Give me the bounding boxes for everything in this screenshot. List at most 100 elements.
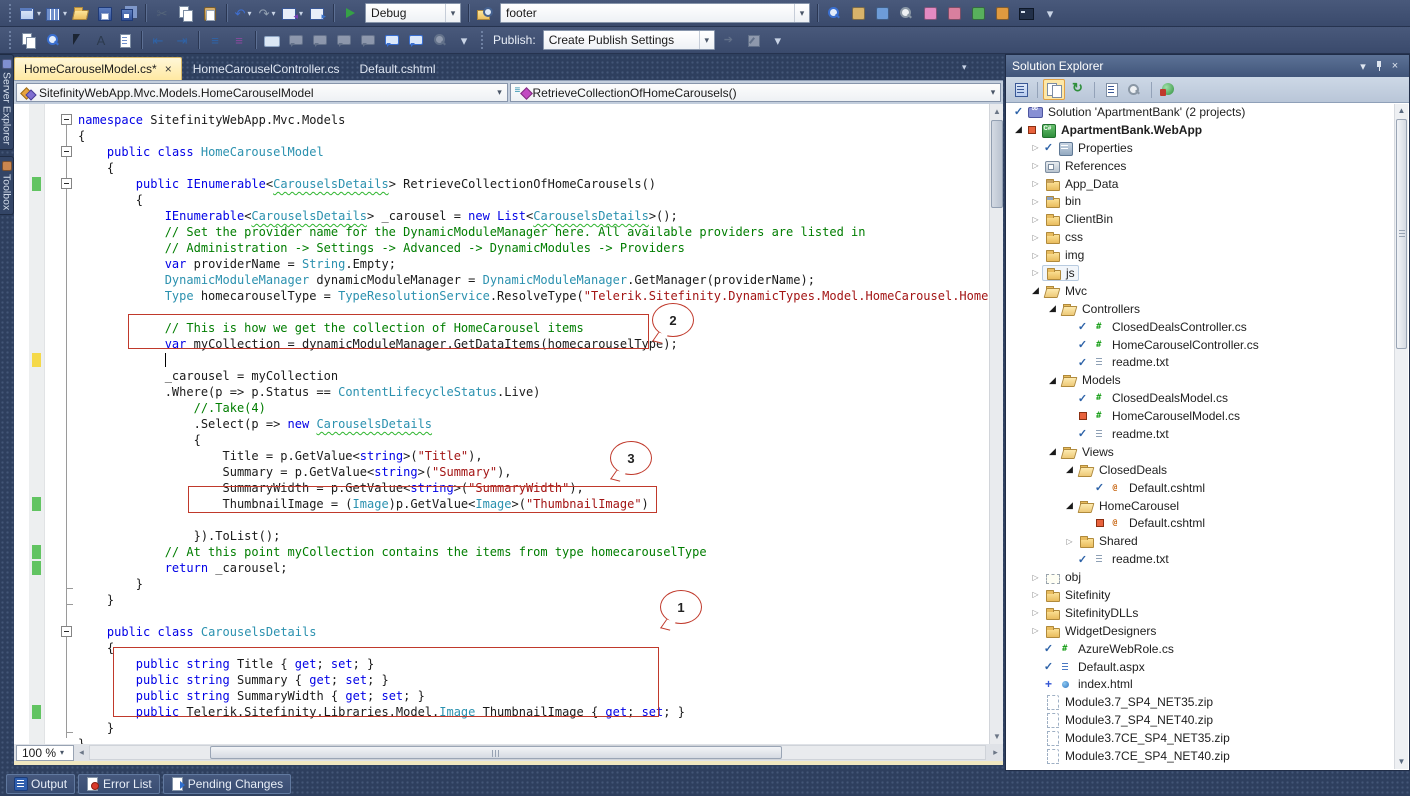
select-element-button[interactable] bbox=[41, 29, 65, 51]
code-line[interactable]: // Administration -> Settings -> Advance… bbox=[78, 240, 989, 256]
scrollbar-thumb[interactable] bbox=[991, 120, 1003, 208]
member-dropdown[interactable]: RetrieveCollectionOfHomeCarousels() ▾ bbox=[510, 83, 1002, 102]
type-dropdown[interactable]: SitefinityWebApp.Mvc.Models.HomeCarousel… bbox=[16, 83, 508, 102]
tree-item-closeddealsmodel-cs[interactable]: ✓ClosedDealsModel.cs bbox=[1006, 389, 1394, 407]
expand-arrow-icon[interactable]: ▷ bbox=[1029, 233, 1042, 242]
add-item-button[interactable]: ▾ bbox=[43, 2, 69, 24]
code-line[interactable]: namespace SitefinityWebApp.Mvc.Models bbox=[78, 112, 989, 128]
code-line[interactable]: { bbox=[78, 128, 989, 144]
redo-button[interactable]: ↷▾ bbox=[255, 2, 279, 24]
close-icon[interactable]: × bbox=[165, 62, 172, 76]
code-line[interactable]: public class HomeCarouselModel bbox=[78, 144, 989, 160]
expand-arrow-icon[interactable]: ▷ bbox=[1029, 143, 1042, 152]
callout-button-1[interactable] bbox=[284, 29, 308, 51]
properties-window-icon[interactable] bbox=[1010, 79, 1032, 100]
code-line[interactable]: // At this point myCollection contains t… bbox=[78, 544, 989, 560]
code-line[interactable]: Title = p.GetValue<string>("Title"), bbox=[78, 448, 989, 464]
refresh-icon[interactable] bbox=[1067, 79, 1089, 100]
tree-item-module3-7ce-sp4-net40-zip[interactable]: Module3.7CE_SP4_NET40.zip bbox=[1006, 747, 1394, 765]
tree-item-readme-txt[interactable]: ✓readme.txt bbox=[1006, 550, 1394, 568]
expand-arrow-icon[interactable]: ▷ bbox=[1029, 161, 1042, 170]
scroll-down-icon[interactable]: ▼ bbox=[1395, 755, 1408, 769]
navigate-window-button[interactable]: ▾ bbox=[279, 2, 305, 24]
tree-item-homecarouselmodel-cs[interactable]: HomeCarouselModel.cs bbox=[1006, 407, 1394, 425]
tree-item-mvc[interactable]: ◢Mvc bbox=[1006, 282, 1394, 300]
find-in-files-button[interactable] bbox=[473, 2, 497, 24]
code-line[interactable]: return _carousel; bbox=[78, 560, 989, 576]
tree-item-default-cshtml[interactable]: ✓Default.cshtml bbox=[1006, 479, 1394, 497]
code-line[interactable]: .Where(p => p.Status == ContentLifecycle… bbox=[78, 384, 989, 400]
scroll-up-icon[interactable]: ▲ bbox=[1395, 104, 1408, 118]
code-line[interactable]: Summary = p.GetValue<string>("Summary"), bbox=[78, 464, 989, 480]
code-line[interactable] bbox=[78, 608, 989, 624]
tree-item-default-aspx[interactable]: ✓Default.aspx bbox=[1006, 658, 1394, 676]
collapse-arrow-icon[interactable]: ◢ bbox=[1063, 464, 1076, 475]
scroll-left-icon[interactable]: ◂ bbox=[74, 747, 89, 758]
new-query-button[interactable] bbox=[918, 2, 942, 24]
close-icon[interactable]: × bbox=[1387, 58, 1403, 74]
tree-item-solution-apartmentbank-2-projects-[interactable]: ✓Solution 'ApartmentBank' (2 projects) bbox=[1006, 103, 1394, 121]
copy-button[interactable] bbox=[174, 2, 198, 24]
code-line[interactable]: Type homecarouselType = TypeResolutionSe… bbox=[78, 288, 989, 304]
solution-configurations-combo[interactable]: Debug▾ bbox=[365, 3, 461, 23]
window-position-chevron-icon[interactable]: ▾ bbox=[1355, 58, 1371, 74]
collapse-arrow-icon[interactable]: ◢ bbox=[1046, 303, 1059, 314]
tree-item-homecarouselcontroller-cs[interactable]: ✓HomeCarouselController.cs bbox=[1006, 336, 1394, 354]
code-line[interactable]: { bbox=[78, 432, 989, 448]
pointer-button[interactable] bbox=[65, 29, 89, 51]
hscroll-track[interactable] bbox=[89, 745, 986, 760]
edit-publish-settings-button[interactable] bbox=[742, 29, 766, 51]
expand-arrow-icon[interactable]: ▷ bbox=[1063, 537, 1076, 546]
tree-item-img[interactable]: ▷img bbox=[1006, 246, 1394, 264]
callout-outgoing-button[interactable] bbox=[404, 29, 428, 51]
tree-item-closeddeals[interactable]: ◢ClosedDeals bbox=[1006, 461, 1394, 479]
code-line[interactable]: } bbox=[78, 736, 989, 744]
publish-combo[interactable]: Create Publish Settings▾ bbox=[543, 30, 715, 50]
callout-incoming-button[interactable] bbox=[380, 29, 404, 51]
tree-item-azurewebrole-cs[interactable]: ✓AzureWebRole.cs bbox=[1006, 640, 1394, 658]
new-item-button[interactable]: ▾ bbox=[17, 2, 43, 24]
paste-button[interactable] bbox=[198, 2, 222, 24]
expand-arrow-icon[interactable]: ▷ bbox=[1029, 197, 1042, 206]
performance-button[interactable] bbox=[870, 2, 894, 24]
pending-changes-button[interactable]: Pending Changes bbox=[163, 774, 291, 794]
tree-item-obj[interactable]: ▷obj bbox=[1006, 568, 1394, 586]
tree-item-clientbin[interactable]: ▷ClientBin bbox=[1006, 210, 1394, 228]
tree-item-module3-7ce-sp4-net35-zip[interactable]: Module3.7CE_SP4_NET35.zip bbox=[1006, 729, 1394, 747]
collapse-arrow-icon[interactable]: ◢ bbox=[1012, 124, 1025, 135]
command-window-button[interactable] bbox=[1014, 2, 1038, 24]
tab-homecarouselmodel[interactable]: HomeCarouselModel.cs*× bbox=[14, 57, 182, 80]
view-class-diagram-icon[interactable] bbox=[1124, 79, 1146, 100]
format-document-button[interactable] bbox=[17, 29, 41, 51]
error-list-button[interactable]: Error List bbox=[78, 774, 160, 794]
expand-arrow-icon[interactable]: ▷ bbox=[1029, 573, 1042, 582]
tree-item-sitefinity[interactable]: ▷Sitefinity bbox=[1006, 586, 1394, 604]
fold-toggle[interactable] bbox=[61, 626, 72, 637]
tree-item-css[interactable]: ▷css bbox=[1006, 228, 1394, 246]
line-spacing-button[interactable]: ≡ bbox=[203, 29, 227, 51]
code-line[interactable]: }).ToList(); bbox=[78, 528, 989, 544]
collapse-arrow-icon[interactable]: ◢ bbox=[1063, 500, 1076, 511]
server-explorer-tab[interactable]: Server Explorer bbox=[0, 54, 14, 150]
tree-item-views[interactable]: ◢Views bbox=[1006, 443, 1394, 461]
expand-arrow-icon[interactable]: ▷ bbox=[1029, 215, 1042, 224]
expand-arrow-icon[interactable]: ▷ bbox=[1029, 608, 1042, 617]
callout-button-3[interactable] bbox=[332, 29, 356, 51]
code-line[interactable]: DynamicModuleManager dynamicModuleManage… bbox=[78, 272, 989, 288]
extension-layers-button[interactable] bbox=[990, 2, 1014, 24]
expand-arrow-icon[interactable]: ▷ bbox=[1029, 268, 1042, 277]
editor-zoom-dropdown[interactable]: 100 % ▾ bbox=[16, 745, 74, 761]
code-line[interactable]: IEnumerable<CarouselsDetails> _carousel … bbox=[78, 208, 989, 224]
tab-homecarouselcontroller[interactable]: HomeCarouselController.cs bbox=[184, 57, 349, 80]
output-button[interactable]: Output bbox=[6, 774, 75, 794]
zoom-tool-button[interactable] bbox=[428, 29, 452, 51]
fold-toggle[interactable] bbox=[61, 146, 72, 157]
code-line[interactable]: } bbox=[78, 592, 989, 608]
hscroll-thumb[interactable] bbox=[210, 746, 782, 759]
tree-item-references[interactable]: ▷References bbox=[1006, 157, 1394, 175]
collapse-arrow-icon[interactable]: ◢ bbox=[1046, 375, 1059, 386]
window-forward-button[interactable] bbox=[305, 2, 329, 24]
fold-toggle[interactable] bbox=[61, 114, 72, 125]
publish-options-chevron[interactable]: ▾ bbox=[766, 29, 790, 51]
rectangle-tool-button[interactable] bbox=[260, 29, 284, 51]
